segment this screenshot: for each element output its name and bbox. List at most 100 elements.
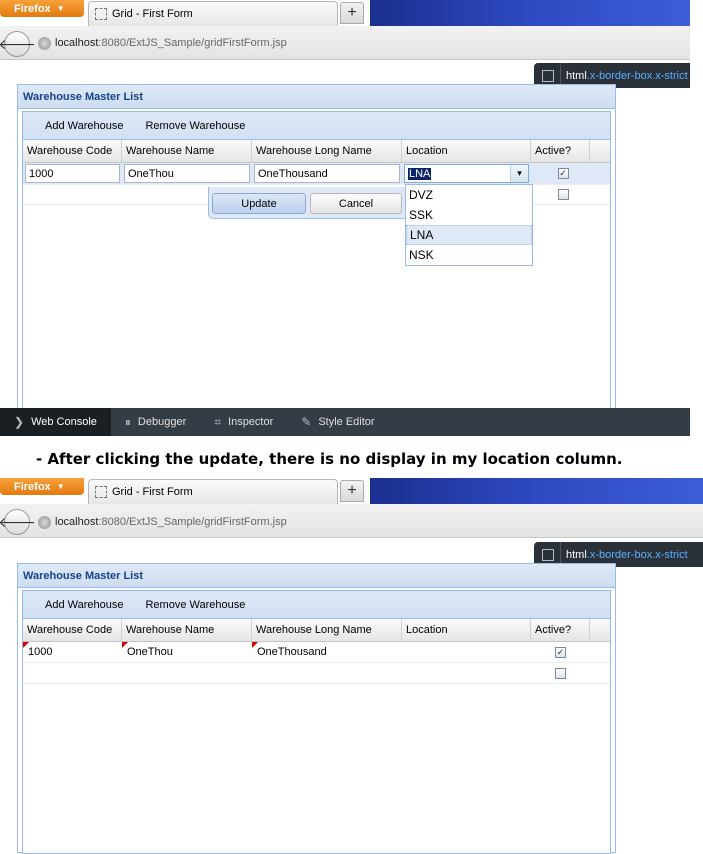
col-warehouse-name[interactable]: Warehouse Name <box>122 140 252 162</box>
location-option-ssk[interactable]: SSK <box>406 205 532 225</box>
console-icon: ❯ <box>14 415 25 429</box>
tab-inspector[interactable]: ⌗ Inspector <box>200 408 287 436</box>
location-option-lna[interactable]: LNA <box>406 225 532 245</box>
add-warehouse-button[interactable]: Add Warehouse <box>23 120 137 132</box>
panel-header: Warehouse Master List <box>18 564 615 588</box>
cell-location <box>402 663 531 683</box>
url-host: localhost <box>55 516 99 528</box>
firefox-label: Firefox <box>14 480 51 493</box>
url-host: localhost <box>55 37 99 49</box>
col-location[interactable]: Location <box>402 619 531 641</box>
col-warehouse-long-name[interactable]: Warehouse Long Name <box>252 619 402 641</box>
firefox-label: Firefox <box>14 2 51 15</box>
editing-row: 1000 OneThou OneThousand LNA ▾ ✓ <box>23 163 610 185</box>
cell-long-name: OneThousand <box>252 642 402 662</box>
grid-toolbar: Add Warehouse Remove Warehouse <box>23 591 610 619</box>
location-option-nsk[interactable]: NSK <box>406 245 532 265</box>
back-button[interactable]: 🡐 <box>0 509 36 535</box>
location-option-dvz[interactable]: DVZ <box>406 185 532 205</box>
tab-style-editor[interactable]: ✎ Style Editor <box>287 408 388 436</box>
style-editor-icon: ✎ <box>301 415 312 429</box>
back-button[interactable]: 🡐 <box>0 31 36 57</box>
site-identity-icon[interactable] <box>38 516 51 529</box>
chevron-down-icon: ▼ <box>56 4 65 13</box>
active-editor-cell: ✓ <box>531 163 590 184</box>
col-warehouse-name[interactable]: Warehouse Name <box>122 619 252 641</box>
cell-code: 1000 <box>23 642 122 662</box>
crumb-classes: .x-border-box.x-strict <box>586 548 688 561</box>
inspector-icon: ⌗ <box>214 414 222 429</box>
back-arrow-icon: 🡐 <box>0 35 36 52</box>
warehouse-panel: Warehouse Master List Add Warehouse Remo… <box>17 563 616 854</box>
url-path: :8080/ExtJS_Sample/gridFirstForm.jsp <box>98 516 287 528</box>
back-arrow-icon: 🡐 <box>0 513 36 530</box>
debugger-icon: ⏸ <box>124 414 131 429</box>
panel-title: Warehouse Master List <box>23 569 144 582</box>
plus-icon: + <box>347 482 357 499</box>
location-dropdown-list: DVZ SSK LNA NSK <box>405 184 533 266</box>
browser-tab[interactable]: Grid - First Form <box>88 479 338 504</box>
grid: Add Warehouse Remove Warehouse Warehouse… <box>22 590 611 854</box>
page-icon <box>95 8 107 20</box>
cell-long-name <box>252 663 402 683</box>
col-location[interactable]: Location <box>402 140 531 162</box>
firefox-menu-button[interactable]: Firefox ▼ <box>0 478 84 495</box>
panel-header: Warehouse Master List <box>18 85 615 109</box>
remove-warehouse-button[interactable]: Remove Warehouse <box>137 120 259 132</box>
active-checkbox-unchecked[interactable] <box>557 189 569 200</box>
url-path: :8080/ExtJS_Sample/gridFirstForm.jsp <box>98 37 287 49</box>
col-warehouse-code[interactable]: Warehouse Code <box>23 619 122 641</box>
col-warehouse-code[interactable]: Warehouse Code <box>23 140 122 162</box>
active-checkbox[interactable]: ✓ <box>555 646 566 658</box>
tab-label: Debugger <box>137 416 187 428</box>
long-name-editor[interactable]: OneThousand <box>254 164 400 183</box>
remove-warehouse-button[interactable]: Remove Warehouse <box>137 599 259 611</box>
cell-name <box>122 663 252 683</box>
plus-icon: + <box>347 4 357 21</box>
inspect-picker-icon[interactable] <box>542 69 554 82</box>
cell-code <box>23 663 122 683</box>
table-row[interactable] <box>23 663 610 684</box>
tab-label: Web Console <box>31 416 97 428</box>
new-tab-button[interactable]: + <box>340 480 364 502</box>
firefox-menu-button[interactable]: Firefox ▼ <box>0 0 84 17</box>
location-combo[interactable]: LNA ▾ <box>404 164 529 183</box>
inspect-picker-icon[interactable] <box>542 548 554 561</box>
update-button[interactable]: Update <box>212 193 306 214</box>
add-warehouse-button[interactable]: Add Warehouse <box>23 599 137 611</box>
browser-tab[interactable]: Grid - First Form <box>88 1 338 26</box>
caption-text: - After clicking the update, there is no… <box>36 450 623 468</box>
tab-label: Style Editor <box>318 416 375 428</box>
site-identity-icon[interactable] <box>38 37 51 50</box>
code-editor[interactable]: 1000 <box>25 164 120 183</box>
crumb-tag: html <box>566 548 587 561</box>
tab-title: Grid - First Form <box>112 486 193 498</box>
page-icon <box>95 486 107 498</box>
cell-location <box>402 642 531 662</box>
col-active[interactable]: Active? <box>531 619 590 641</box>
panel-title: Warehouse Master List <box>23 90 144 103</box>
col-warehouse-long-name[interactable]: Warehouse Long Name <box>252 140 402 162</box>
devtools-toolbar: ❯ Web Console ⏸ Debugger ⌗ Inspector ✎ Style… <box>0 408 690 436</box>
active-checkbox-unchecked[interactable] <box>555 667 566 679</box>
col-active[interactable]: Active? <box>531 140 590 162</box>
table-row[interactable]: 1000 OneThou OneThousand ✓ <box>23 642 610 663</box>
tabstrip-background <box>370 478 703 504</box>
location-combo-value: LNA <box>408 167 432 180</box>
column-header-row: Warehouse Code Warehouse Name Warehouse … <box>23 619 610 642</box>
tab-label: Inspector <box>228 416 274 428</box>
chevron-down-icon: ▼ <box>56 482 65 491</box>
tab-debugger[interactable]: ⏸ Debugger <box>111 408 200 436</box>
name-editor[interactable]: OneThou <box>124 164 250 183</box>
grid-toolbar: Add Warehouse Remove Warehouse <box>23 112 610 140</box>
crumb-classes: .x-border-box.x-strict <box>586 69 688 82</box>
new-tab-button[interactable]: + <box>340 2 364 24</box>
tab-web-console[interactable]: ❯ Web Console <box>0 408 111 436</box>
cell-name: OneThou <box>122 642 252 662</box>
crumb-tag: html <box>566 69 587 82</box>
active-checkbox[interactable]: ✓ <box>557 168 569 179</box>
url-bar[interactable]: localhost:8080/ExtJS_Sample/gridFirstFor… <box>55 516 287 528</box>
url-bar[interactable]: localhost:8080/ExtJS_Sample/gridFirstFor… <box>55 37 287 49</box>
cancel-button[interactable]: Cancel <box>310 193 402 214</box>
combo-trigger-icon[interactable]: ▾ <box>510 165 528 182</box>
